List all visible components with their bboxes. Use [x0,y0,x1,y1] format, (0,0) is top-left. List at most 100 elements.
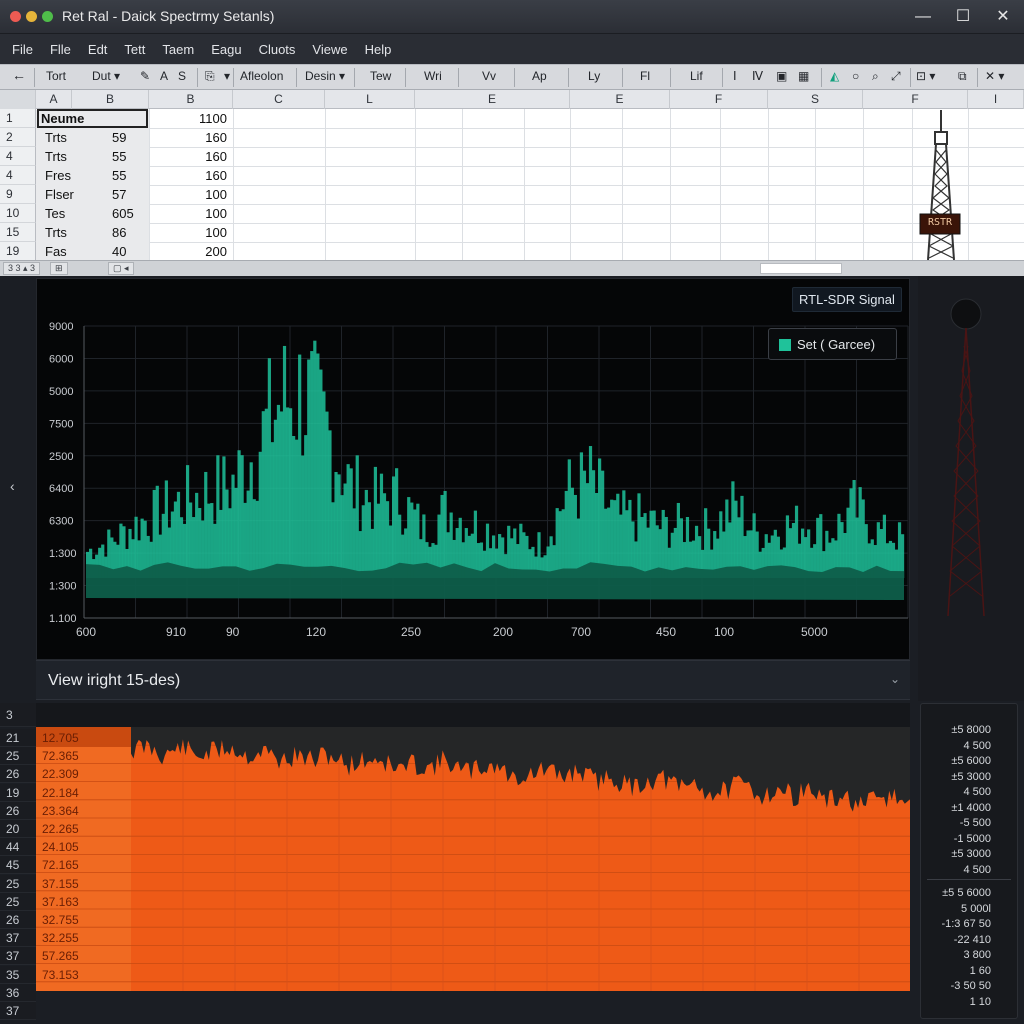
waterfall-row-number[interactable]: 26 [0,765,36,784]
sheet-tab[interactable]: ▢ ◂ [108,262,134,275]
cell[interactable]: 160 [149,128,227,147]
cell-a1-selected[interactable]: Neume [37,109,148,128]
signal-icon[interactable]: ◭ [830,69,839,83]
column-header[interactable]: I [968,90,1024,109]
toolbar-dropdown[interactable]: ▾ [224,69,230,83]
waterfall-row-number[interactable]: 37 [0,1002,36,1020]
close-x-icon[interactable]: ✕ ▾ [985,69,1004,83]
cell[interactable]: 55 [112,147,126,166]
collapse-left-icon[interactable]: ‹ [10,478,15,494]
waterfall-row-number[interactable]: 25 [0,747,36,766]
menu-taem[interactable]: Taem [162,42,194,57]
waterfall-row-number[interactable]: 25 [0,892,36,911]
cell[interactable]: 100 [149,185,227,204]
cell[interactable]: 160 [149,166,227,185]
paste-icon[interactable]: ⎘ [205,69,215,84]
menu-file[interactable]: File [12,42,33,57]
minimize-button[interactable]: — [908,6,938,28]
search-icon[interactable]: ⌕ [872,69,879,84]
format-icon[interactable]: Ⅳ [752,69,763,83]
waterfall-row-number[interactable]: 36 [0,983,36,1002]
toolbar-afleolon[interactable]: Afleolon [240,69,283,83]
menu-edit[interactable]: Edt [88,42,108,57]
column-header[interactable]: E [570,90,670,109]
cell[interactable]: 1100 [149,109,227,128]
waterfall-row-number[interactable]: 44 [0,838,36,857]
toolbar-tew[interactable]: Tew [370,69,391,83]
window-icon[interactable]: ⊡ ▾ [916,69,935,83]
waterfall-row-number[interactable]: 45 [0,856,36,875]
waterfall-row-number[interactable]: 3 [0,703,36,727]
cell[interactable]: Tes [45,204,65,223]
toolbar-ap[interactable]: Ap [532,69,547,83]
cell[interactable]: Flser [45,185,74,204]
toolbar-vv[interactable]: Vv [482,69,496,83]
toolbar-tort[interactable]: Tort [46,69,66,83]
waterfall-row-number[interactable]: 37 [0,947,36,966]
waterfall-row-number[interactable]: 20 [0,820,36,838]
cell[interactable]: 86 [112,223,126,242]
waterfall-row-number[interactable]: 26 [0,911,36,929]
cell[interactable]: 200 [149,242,227,261]
column-header[interactable]: F [863,90,968,109]
toolbar-wri[interactable]: Wri [424,69,442,83]
toolbar-desin[interactable]: Desin ▾ [305,69,345,83]
row-header[interactable]: 1 [0,109,36,128]
cell[interactable]: 40 [112,242,126,261]
toolbar-ly[interactable]: Ly [588,69,600,83]
row-header[interactable]: 19 [0,242,36,261]
column-header[interactable]: F [670,90,768,109]
row-header[interactable]: 2 [0,128,36,147]
grid-icon[interactable]: ▦ [798,69,809,83]
column-header[interactable]: S [768,90,863,109]
waterfall-display[interactable] [36,727,910,991]
chevron-down-icon[interactable]: ⌄ [890,672,900,686]
pencil-icon[interactable]: ✎ [140,69,150,83]
spreadsheet[interactable]: A B B C L E E F S F I 1 Neume 1100 2 Trt… [0,90,1024,261]
row-header[interactable]: 4 [0,147,36,166]
maximize-button[interactable]: ☐ [948,6,978,28]
expand-icon[interactable]: ⤢ [891,69,901,84]
column-header[interactable]: B [149,90,233,109]
chart-legend[interactable]: Set ( Garcee) [768,328,897,360]
row-header[interactable]: 15 [0,223,36,242]
waterfall-row-number[interactable]: 25 [0,874,36,893]
menu-view[interactable]: Viewe [312,42,347,57]
cell[interactable]: 100 [149,223,227,242]
column-header[interactable]: E [415,90,570,109]
lock-icon[interactable]: ▣ [776,69,787,83]
minimize-light-button[interactable] [26,11,37,22]
waterfall-row-number[interactable]: 21 [0,729,36,747]
waterfall-row-number[interactable]: 37 [0,929,36,948]
cell[interactable]: 57 [112,185,126,204]
cell[interactable]: 100 [149,204,227,223]
zoom-light-button[interactable] [42,11,53,22]
sheet-tab[interactable]: 3 3 ▴ 3 [3,262,41,275]
horizontal-scrollbar-thumb[interactable] [760,263,842,274]
text-icon[interactable]: Ⅰ [733,69,737,83]
toolbar-dut[interactable]: Dut ▾ [92,69,120,83]
select-all-corner[interactable] [0,90,36,109]
cell[interactable]: 605 [112,204,134,223]
cell[interactable]: 55 [112,166,126,185]
cell[interactable]: Fas [45,242,67,261]
toolbar-a[interactable]: A [160,69,168,83]
column-header[interactable]: B [72,90,149,109]
cell[interactable]: 59 [112,128,126,147]
menu-help[interactable]: Help [365,42,392,57]
close-light-button[interactable] [10,11,21,22]
menu-eagu[interactable]: Eagu [211,42,241,57]
menu-tett[interactable]: Tett [124,42,145,57]
cell[interactable]: Trts [45,223,67,242]
column-header[interactable]: A [36,90,72,109]
toolbar-s[interactable]: S [178,69,186,83]
column-header[interactable]: C [233,90,325,109]
row-header[interactable]: 10 [0,204,36,223]
column-header[interactable]: L [325,90,415,109]
waterfall-row-number[interactable]: 35 [0,965,36,984]
waterfall-row-number[interactable]: 26 [0,801,36,820]
row-header[interactable]: 9 [0,185,36,204]
layers-icon[interactable]: ⧉ [958,69,967,84]
view-selector[interactable]: View iright 15-des) ⌄ [36,660,910,700]
menu-cluots[interactable]: Cluots [259,42,296,57]
